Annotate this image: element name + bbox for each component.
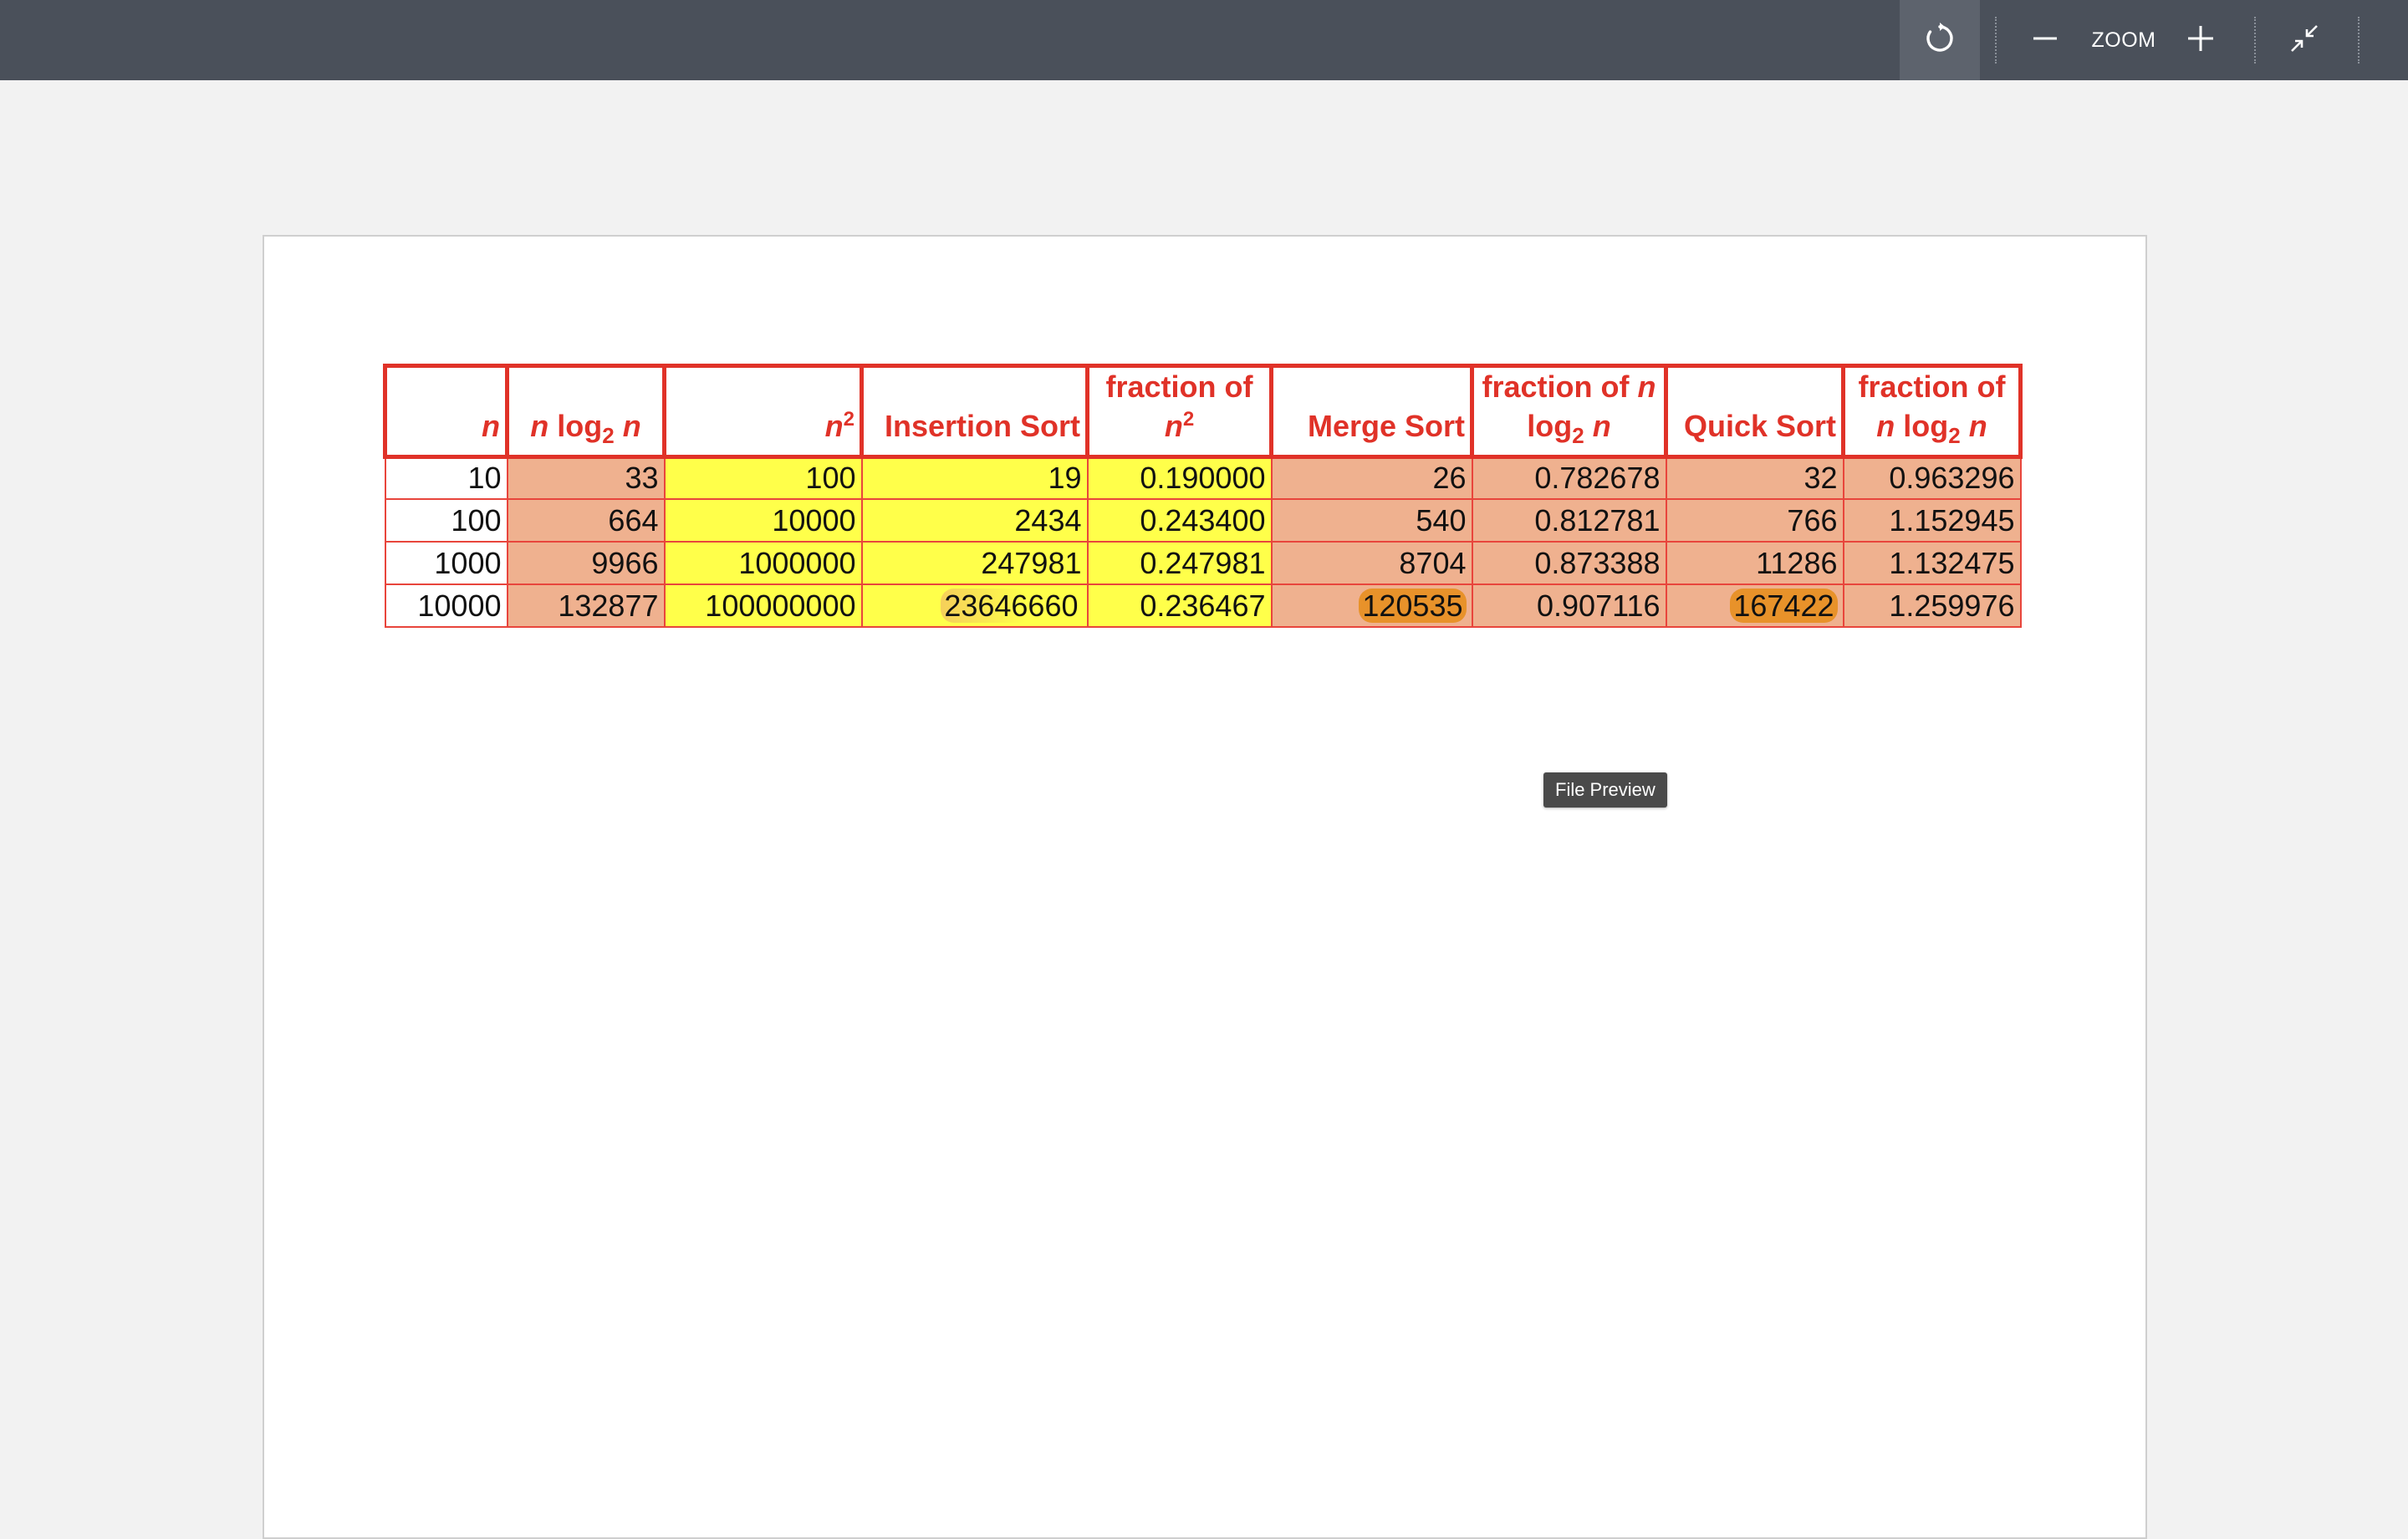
cell-n: 10000 (384, 583, 508, 629)
cell-quick: 11286 (1665, 541, 1844, 586)
toolbar-separator (2358, 17, 2360, 64)
cell-insertion: 19 (860, 456, 1089, 501)
toolbar-separator (1995, 17, 1997, 64)
zoom-in-button[interactable] (2167, 0, 2234, 80)
cell-n: 1000 (384, 541, 508, 586)
refresh-icon (1923, 22, 1956, 59)
cell-fraction-n-squared: 0.243400 (1086, 498, 1273, 543)
sorting-comparison-table: n n log2 n n2 Insertion Sort fraction of… (383, 364, 2023, 629)
cell-n-squared: 100000000 (663, 583, 863, 629)
cell-quick: 167422 (1665, 583, 1844, 629)
cell-quick: 32 (1665, 456, 1844, 501)
header-fraction-quick: fraction of n log2 n (1841, 364, 2023, 459)
table-row: 10000 132877 100000000 23646660 0.236467… (384, 583, 2022, 629)
header-fraction-merge: fraction of n log2 n (1470, 364, 1668, 459)
cell-n-squared: 100 (663, 456, 863, 501)
cell-n-squared: 10000 (663, 498, 863, 543)
cell-fraction-quick: 1.132475 (1842, 541, 2022, 586)
header-n-squared: n2 (662, 364, 864, 459)
cell-nlogn: 9966 (506, 541, 666, 586)
cell-n: 10 (384, 456, 508, 501)
header-fraction-n-squared: fraction of n2 (1085, 364, 1273, 459)
cell-nlogn: 132877 (506, 583, 666, 629)
file-preview-tooltip: File Preview (1543, 772, 1667, 808)
zoom-out-button[interactable] (2012, 0, 2079, 80)
highlight-quick: 167422 (1730, 588, 1838, 623)
toolbar-separator (2254, 17, 2256, 64)
cell-merge: 8704 (1270, 541, 1473, 586)
cell-fraction-merge: 0.873388 (1471, 541, 1667, 586)
cell-nlogn: 33 (506, 456, 666, 501)
header-n: n (383, 364, 509, 459)
table-row: 100 664 10000 2434 0.243400 540 0.812781… (384, 498, 2022, 543)
cell-fraction-merge: 0.907116 (1471, 583, 1667, 629)
cell-merge: 120535 (1270, 583, 1473, 629)
minus-icon (2032, 25, 2059, 56)
cell-fraction-quick: 1.152945 (1842, 498, 2022, 543)
refresh-button[interactable] (1900, 0, 1980, 80)
cell-merge: 26 (1270, 456, 1473, 501)
cell-fraction-n-squared: 0.236467 (1086, 583, 1273, 629)
cell-fraction-merge: 0.782678 (1471, 456, 1667, 501)
cell-fraction-n-squared: 0.190000 (1086, 456, 1273, 501)
cell-fraction-merge: 0.812781 (1471, 498, 1667, 543)
zoom-label: ZOOM (2091, 28, 2156, 52)
header-merge-sort: Merge Sort (1269, 364, 1474, 459)
cell-insertion: 23646660 (860, 583, 1089, 629)
table-row: 10 33 100 19 0.190000 26 0.782678 32 0.9… (384, 456, 2022, 501)
cell-fraction-quick: 0.963296 (1842, 456, 2022, 501)
table-row: 1000 9966 1000000 247981 0.247981 8704 0… (384, 541, 2022, 586)
highlight-insertion: 23646660 (941, 588, 1082, 623)
cell-quick: 766 (1665, 498, 1844, 543)
cell-nlogn: 664 (506, 498, 666, 543)
collapse-arrows-icon (2289, 23, 2319, 58)
cell-fraction-n-squared: 0.247981 (1086, 541, 1273, 586)
highlight-merge: 120535 (1359, 588, 1467, 623)
plus-icon (2186, 24, 2215, 57)
preview-toolbar: ZOOM (0, 0, 2408, 80)
cell-insertion: 2434 (860, 498, 1089, 543)
collapse-button[interactable] (2271, 0, 2338, 80)
cell-n-squared: 1000000 (663, 541, 863, 586)
cell-merge: 540 (1270, 498, 1473, 543)
header-row: n n log2 n n2 Insertion Sort fraction of… (383, 364, 2023, 459)
cell-n: 100 (384, 498, 508, 543)
header-nlogn: n log2 n (505, 364, 666, 459)
header-quick-sort: Quick Sort (1664, 364, 1845, 459)
header-insertion-sort: Insertion Sort (860, 364, 1089, 459)
cell-fraction-quick: 1.259976 (1842, 583, 2022, 629)
cell-insertion: 247981 (860, 541, 1089, 586)
